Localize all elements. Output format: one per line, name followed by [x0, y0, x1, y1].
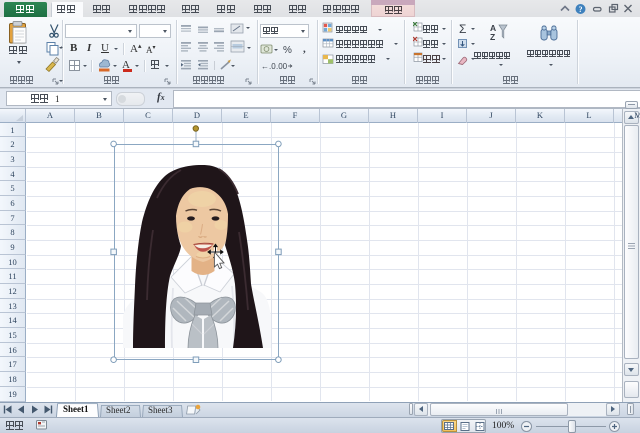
- svg-text:,: ,: [303, 43, 306, 55]
- svg-text:?: ?: [579, 5, 583, 14]
- svg-text:←.0: ←.0: [261, 62, 276, 71]
- svg-text:Z: Z: [490, 32, 495, 41]
- svg-text:%: %: [283, 45, 292, 56]
- svg-text:.00: .00: [276, 62, 288, 71]
